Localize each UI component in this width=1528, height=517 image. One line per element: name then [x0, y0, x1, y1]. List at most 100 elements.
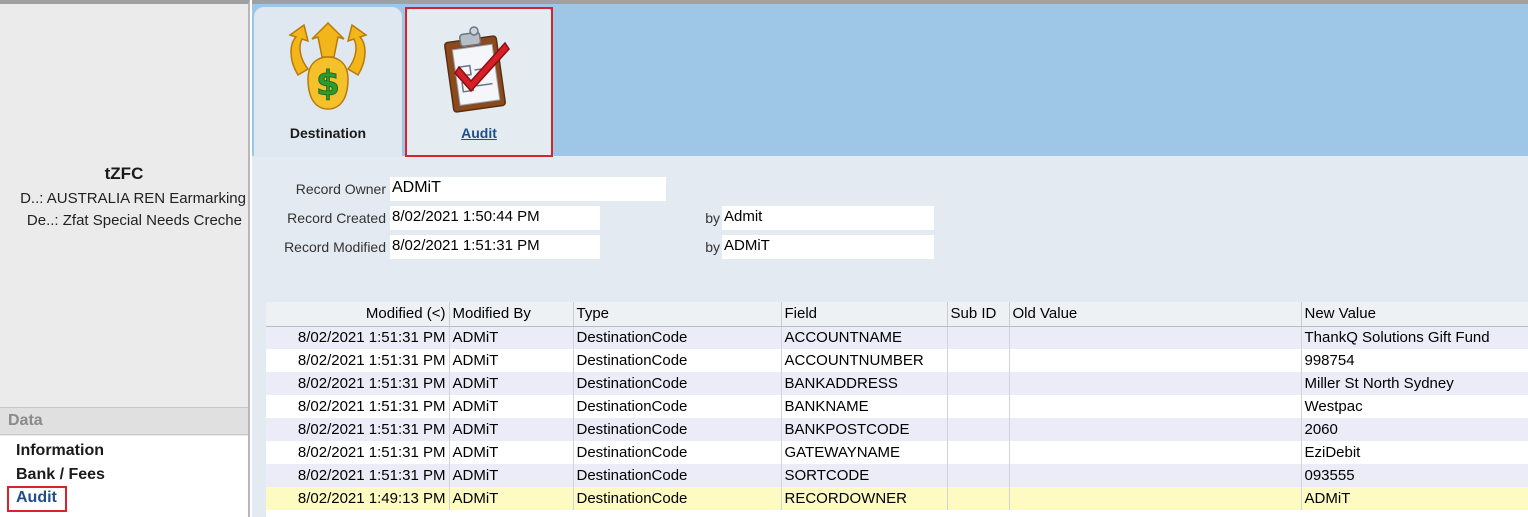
- nav-list: Information Bank / Fees Audit: [0, 436, 248, 517]
- cell-type: DestinationCode: [573, 372, 782, 395]
- record-created-field[interactable]: 8/02/2021 1:50:44 PM: [390, 206, 600, 230]
- cell-type: DestinationCode: [573, 441, 782, 464]
- money-bag-arrows-icon: $: [288, 21, 368, 110]
- nav-item-bank-fees[interactable]: Bank / Fees: [16, 466, 105, 484]
- cell-modified: 8/02/2021 1:49:13 PM: [266, 487, 450, 510]
- cell-modified: 8/02/2021 1:51:31 PM: [266, 372, 450, 395]
- cell-sub-id: [947, 418, 1010, 441]
- table-row[interactable]: 8/02/2021 1:51:31 PM ADMiT DestinationCode…: [266, 418, 1528, 441]
- cell-type: DestinationCode: [573, 487, 782, 510]
- record-modified-by-field[interactable]: ADMiT: [722, 235, 934, 259]
- cell-modified-by: ADMiT: [449, 418, 574, 441]
- cell-field: BANKPOSTCODE: [781, 418, 948, 441]
- nav-audit-selection-box: [7, 486, 67, 512]
- cell-old-value: [1009, 395, 1302, 418]
- table-row[interactable]: 8/02/2021 1:51:31 PM ADMiT DestinationCode…: [266, 464, 1528, 487]
- col-header-sub-id[interactable]: Sub ID: [947, 302, 1010, 327]
- tab-destination-label: Destination: [289, 125, 367, 141]
- record-sidebar: tZFC D..: AUSTRALIA REN Earmarking De..:…: [0, 0, 250, 517]
- cell-modified: 8/02/2021 1:51:31 PM: [266, 395, 450, 418]
- cell-modified-by: ADMiT: [449, 349, 574, 372]
- audit-table: Modified (<) Modified By Type Field Sub …: [266, 302, 1528, 510]
- cell-sub-id: [947, 487, 1010, 510]
- record-modified-by-label: by: [705, 239, 720, 255]
- audit-header-row: Modified (<) Modified By Type Field Sub …: [266, 302, 1528, 327]
- col-header-field[interactable]: Field: [781, 302, 948, 327]
- record-owner-label: Record Owner: [295, 181, 386, 197]
- nav-item-information[interactable]: Information: [16, 442, 104, 460]
- record-modified-field[interactable]: 8/02/2021 1:51:31 PM: [390, 235, 600, 259]
- table-row[interactable]: 8/02/2021 1:51:31 PM ADMiT DestinationCode…: [266, 349, 1528, 372]
- main-panel: $ Destination Audit Record Owner ADMiT R…: [252, 0, 1528, 517]
- cell-type: DestinationCode: [573, 326, 782, 349]
- cell-modified-by: ADMiT: [449, 487, 574, 510]
- cell-sub-id: [947, 349, 1010, 372]
- cell-new-value: ADMiT: [1301, 487, 1528, 510]
- cell-new-value: 093555: [1301, 464, 1528, 487]
- cell-modified-by: ADMiT: [449, 372, 574, 395]
- ribbon-bar: $ Destination Audit: [252, 4, 1528, 157]
- col-header-type[interactable]: Type: [573, 302, 782, 327]
- cell-modified: 8/02/2021 1:51:31 PM: [266, 418, 450, 441]
- svg-text:$: $: [316, 64, 340, 104]
- cell-modified-by: ADMiT: [449, 326, 574, 349]
- col-header-old-value[interactable]: Old Value: [1009, 302, 1302, 327]
- record-destination-line: D..: AUSTRALIA REN Earmarking: [20, 190, 246, 207]
- cell-sub-id: [947, 326, 1010, 349]
- cell-modified: 8/02/2021 1:51:31 PM: [266, 464, 450, 487]
- cell-modified-by: ADMiT: [449, 395, 574, 418]
- cell-sub-id: [947, 441, 1010, 464]
- col-header-modified-by[interactable]: Modified By: [449, 302, 574, 327]
- cell-field: SORTCODE: [781, 464, 948, 487]
- cell-new-value: EziDebit: [1301, 441, 1528, 464]
- cell-field: RECORDOWNER: [781, 487, 948, 510]
- cell-old-value: [1009, 418, 1302, 441]
- cell-type: DestinationCode: [573, 349, 782, 372]
- cell-field: GATEWAYNAME: [781, 441, 948, 464]
- cell-modified-by: ADMiT: [449, 441, 574, 464]
- cell-old-value: [1009, 349, 1302, 372]
- table-row[interactable]: 8/02/2021 1:51:31 PM ADMiT DestinationCode…: [266, 441, 1528, 464]
- tab-audit[interactable]: Audit: [405, 7, 553, 157]
- cell-old-value: [1009, 372, 1302, 395]
- col-header-new-value[interactable]: New Value: [1301, 302, 1528, 327]
- table-row[interactable]: 8/02/2021 1:51:31 PM ADMiT DestinationCode…: [266, 372, 1528, 395]
- col-header-modified[interactable]: Modified (<): [266, 302, 450, 327]
- record-description-line: De..: Zfat Special Needs Creche: [26, 212, 242, 229]
- cell-type: DestinationCode: [573, 395, 782, 418]
- tab-destination[interactable]: $ Destination: [254, 7, 402, 157]
- cell-old-value: [1009, 487, 1302, 510]
- cell-type: DestinationCode: [573, 418, 782, 441]
- clipboard-check-icon: [444, 26, 510, 113]
- cell-modified: 8/02/2021 1:51:31 PM: [266, 326, 450, 349]
- cell-old-value: [1009, 326, 1302, 349]
- cell-new-value: Westpac: [1301, 395, 1528, 418]
- cell-field: BANKNAME: [781, 395, 948, 418]
- nav-section-header: Data: [0, 407, 248, 435]
- cell-old-value: [1009, 464, 1302, 487]
- audit-grid[interactable]: Modified (<) Modified By Type Field Sub …: [266, 302, 1528, 517]
- cell-new-value: 998754: [1301, 349, 1528, 372]
- table-row[interactable]: 8/02/2021 1:49:13 PM ADMiT DestinationCode…: [266, 487, 1528, 510]
- cell-new-value: Miller St North Sydney: [1301, 372, 1528, 395]
- cell-sub-id: [947, 372, 1010, 395]
- cell-new-value: 2060: [1301, 418, 1528, 441]
- table-row[interactable]: 8/02/2021 1:51:31 PM ADMiT DestinationCode…: [266, 326, 1528, 349]
- record-created-by-field[interactable]: Admit: [722, 206, 934, 230]
- cell-sub-id: [947, 464, 1010, 487]
- cell-sub-id: [947, 395, 1010, 418]
- record-owner-field[interactable]: ADMiT: [390, 177, 666, 201]
- cell-modified-by: ADMiT: [449, 464, 574, 487]
- cell-field: BANKADDRESS: [781, 372, 948, 395]
- cell-old-value: [1009, 441, 1302, 464]
- table-row[interactable]: 8/02/2021 1:51:31 PM ADMiT DestinationCode…: [266, 395, 1528, 418]
- cell-field: ACCOUNTNAME: [781, 326, 948, 349]
- cell-field: ACCOUNTNUMBER: [781, 349, 948, 372]
- cell-type: DestinationCode: [573, 464, 782, 487]
- cell-new-value: ThankQ Solutions Gift Fund: [1301, 326, 1528, 349]
- record-title: tZFC: [104, 164, 144, 183]
- cell-modified: 8/02/2021 1:51:31 PM: [266, 441, 450, 464]
- record-created-by-label: by: [705, 210, 720, 226]
- cell-modified: 8/02/2021 1:51:31 PM: [266, 349, 450, 372]
- record-modified-label: Record Modified: [284, 239, 386, 255]
